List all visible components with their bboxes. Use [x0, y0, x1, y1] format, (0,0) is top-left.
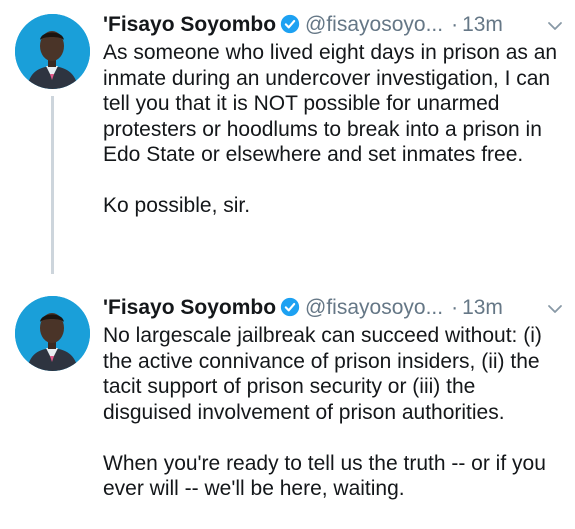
tweet-header: 'Fisayo Soyombo @fisayosoyo... · 13m — [103, 10, 565, 40]
chevron-down-icon[interactable] — [545, 293, 565, 323]
author-handle[interactable]: @fisayosoyo... — [305, 13, 443, 36]
avatar[interactable] — [15, 296, 90, 371]
tweet-paragraph: As someone who lived eight days in priso… — [103, 41, 558, 166]
tweet-timestamp[interactable]: 13m — [462, 13, 503, 36]
author-name[interactable]: 'Fisayo Soyombo — [103, 13, 276, 36]
tweet-paragraph: When you're ready to tell us the truth -… — [103, 451, 546, 501]
verified-badge-icon — [280, 296, 300, 317]
author-handle[interactable]: @fisayosoyo... — [305, 296, 443, 319]
avatar[interactable] — [15, 14, 90, 89]
avatar-image — [15, 14, 90, 89]
tweet-text: As someone who lived eight days in priso… — [103, 40, 568, 219]
separator-dot: · — [451, 13, 459, 36]
author-name[interactable]: 'Fisayo Soyombo — [103, 296, 276, 319]
separator-dot: · — [451, 296, 459, 319]
tweet-timestamp[interactable]: 13m — [462, 296, 503, 319]
tweet-text: No largescale jailbreak can succeed with… — [103, 323, 568, 502]
thread-connector-line — [51, 96, 54, 274]
tweet-paragraph: Ko possible, sir. — [103, 194, 251, 217]
tweet-paragraph: No largescale jailbreak can succeed with… — [103, 324, 542, 424]
tweet-header: 'Fisayo Soyombo @fisayosoyo... · 13m — [103, 293, 565, 323]
chevron-down-icon[interactable] — [545, 10, 565, 40]
avatar-image — [15, 296, 90, 371]
verified-badge-icon — [280, 13, 300, 34]
